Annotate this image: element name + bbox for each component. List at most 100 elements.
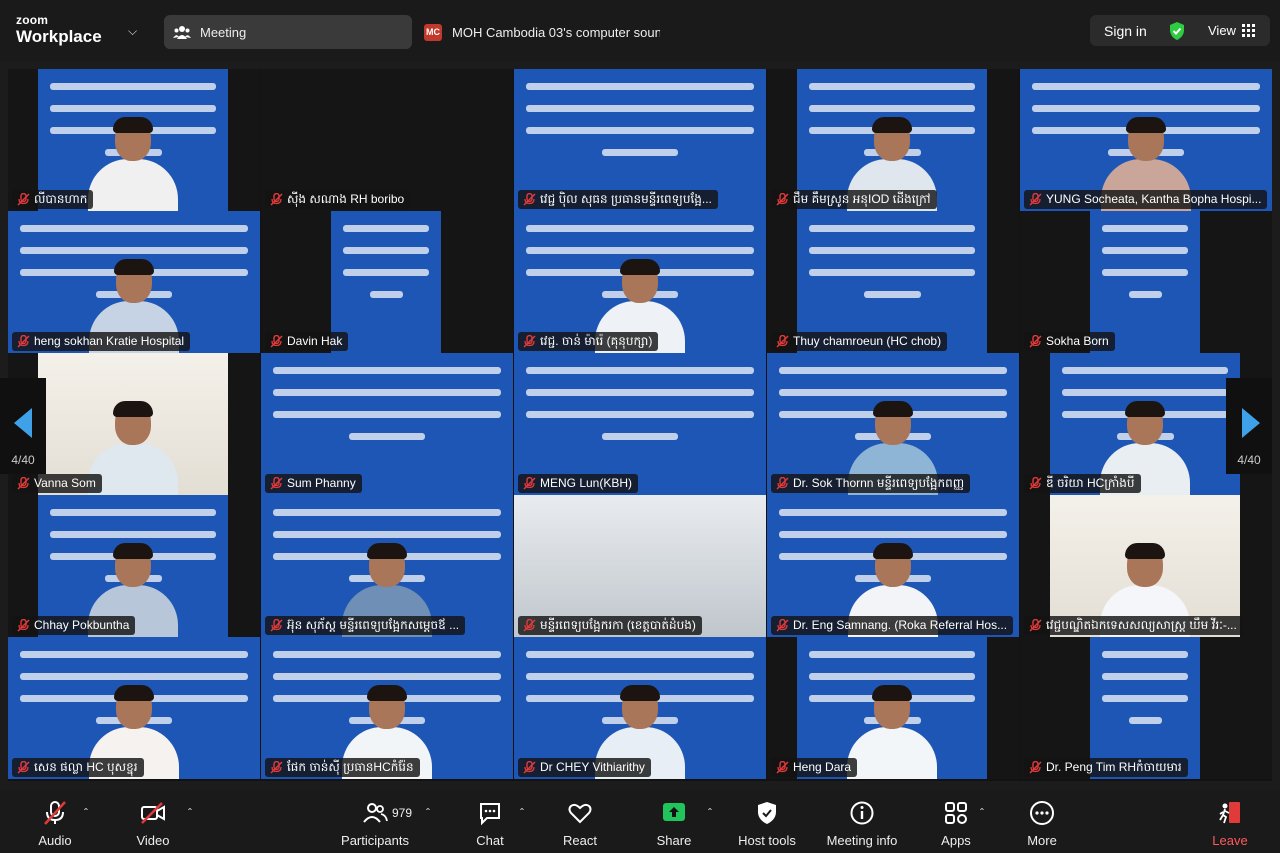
- person-hair: [1126, 117, 1166, 133]
- participant-tile[interactable]: ផែក ចាន់សុី ប្រធានHCកំរ៉ែន: [261, 637, 513, 779]
- chat-options-caret-icon[interactable]: ˆ: [520, 806, 524, 820]
- participant-name: ផែក ចាន់សុី ប្រធានHCកំរ៉ែន: [287, 760, 414, 774]
- top-bar: zoom Workplace ⌵ Meeting MC MOH Cambodia…: [0, 0, 1280, 62]
- chat-button[interactable]: Chat: [462, 790, 518, 853]
- meeting-tab[interactable]: Meeting: [164, 15, 412, 49]
- person-hair: [872, 685, 912, 701]
- encryption-shield-icon[interactable]: [1168, 21, 1186, 41]
- participant-tile[interactable]: សុីង សណាង RH boribo: [261, 69, 513, 211]
- participant-tile[interactable]: Davin Hak: [261, 211, 513, 353]
- view-button[interactable]: View: [1208, 23, 1236, 38]
- participant-tile[interactable]: YUNG Socheata, Kantha Bopha Hospi...: [1020, 69, 1272, 211]
- participant-tile[interactable]: MENG Lun(KBH): [514, 353, 766, 495]
- muted-mic-icon: [523, 193, 536, 206]
- slide-text-line: [602, 149, 678, 156]
- audio-options-caret-icon[interactable]: ˆ: [84, 806, 88, 820]
- participant-tile[interactable]: ជឹម គឹមស្រូន អនុIOD ដើងក្រៅ: [767, 69, 1019, 211]
- video-options-caret-icon[interactable]: ˆ: [188, 806, 192, 820]
- slide-text-line: [863, 291, 921, 298]
- video-camera-off-icon: [141, 802, 165, 824]
- participant-tile[interactable]: វេជ្ជ ប៉ិល សុធន ប្រធានមន្ទីរពេទ្យបង្អែ..…: [514, 69, 766, 211]
- participant-name: Dr. Sok Thornn មន្ទីរពេទ្យបង្អែកពញ្ញ: [793, 476, 965, 490]
- slide-text-line: [273, 509, 501, 516]
- participant-name: សេន ផល្លា HC បុសខ្នុរ: [34, 760, 138, 774]
- slide-text-line: [20, 673, 248, 680]
- slide-text-line: [50, 531, 216, 538]
- leave-button[interactable]: Leave: [1202, 790, 1258, 853]
- participant-tile[interactable]: Chhay Pokbuntha: [8, 495, 260, 637]
- participant-name: Thuy chamroeun (HC chob): [793, 334, 942, 348]
- participant-tile[interactable]: Dr CHEY Vithiarithy: [514, 637, 766, 779]
- share-screen-button[interactable]: Share: [646, 790, 702, 853]
- audio-label: Audio: [38, 833, 72, 848]
- apps-button[interactable]: Apps: [928, 790, 984, 853]
- react-button[interactable]: React: [552, 790, 608, 853]
- participant-name: MENG Lun(KBH): [540, 476, 633, 490]
- participant-name-tag: heng sokhan Kratie Hospital: [12, 332, 191, 351]
- participant-tile[interactable]: Dr. Eng Samnang. (Roka Referral Hos...: [767, 495, 1019, 637]
- participant-tile[interactable]: Sokha Born: [1020, 211, 1272, 353]
- participant-tile[interactable]: Sum Phanny: [261, 353, 513, 495]
- audio-button[interactable]: Audio: [22, 790, 88, 853]
- participant-tile[interactable]: heng sokhan Kratie Hospital: [8, 211, 260, 353]
- participant-name: Davin Hak: [287, 334, 343, 348]
- participant-tile[interactable]: លីបានហាក: [8, 69, 260, 211]
- participants-options-caret-icon[interactable]: ˆ: [426, 806, 430, 820]
- participant-name-tag: ផែក ចាន់សុី ប្រធានHCកំរ៉ែន: [265, 758, 420, 777]
- participant-tile[interactable]: Thuy chamroeun (HC chob): [767, 211, 1019, 353]
- slide-text-line: [1032, 105, 1260, 112]
- more-button[interactable]: More: [1014, 790, 1070, 853]
- meeting-info-button[interactable]: Meeting info: [822, 790, 902, 853]
- participant-name-tag: Dr. Peng Tim RHកំចាយមារ: [1024, 758, 1188, 777]
- slide-text-line: [1062, 367, 1228, 374]
- participant-tile[interactable]: វេជ្ជ. ចាន់ ម៉ារ៉េ (គុនុបក្សា): [514, 211, 766, 353]
- slide-text-line: [809, 225, 975, 232]
- participant-tile[interactable]: Dr. Sok Thornn មន្ទីរពេទ្យបង្អែកពញ្ញ: [767, 353, 1019, 495]
- shared-audio-label: MOH Cambodia 03's computer sound: [452, 25, 660, 40]
- previous-page-button[interactable]: 4/40: [0, 378, 46, 474]
- slide-text-line: [809, 105, 975, 112]
- slide-text-line: [1128, 717, 1162, 724]
- muted-mic-icon: [270, 477, 283, 490]
- participant-name: Chhay Pokbuntha: [34, 618, 130, 632]
- person-hair: [1125, 401, 1165, 417]
- slide-text-line: [273, 389, 501, 396]
- slide-text-line: [50, 105, 216, 112]
- next-page-button[interactable]: 4/40: [1226, 378, 1272, 474]
- video-button[interactable]: Video: [120, 790, 186, 853]
- participant-name-tag: វេជ្ជ. ចាន់ ម៉ារ៉េ (គុនុបក្សា): [518, 332, 659, 351]
- participant-tile[interactable]: អ៊ុន សុភ័ស្ត មន្ទីរពេទ្យបង្អែកសម្ដេចឪ ..…: [261, 495, 513, 637]
- participant-name: មន្ទីរពេទ្យបង្អែករកា (ខេត្តបាត់ដំបង): [540, 618, 696, 632]
- host-tools-button[interactable]: Host tools: [734, 790, 800, 853]
- participants-icon: [363, 803, 388, 823]
- microphone-muted-icon: [44, 801, 66, 825]
- person-hair: [620, 685, 660, 701]
- participant-name: ជឹម គឹមស្រូន អនុIOD ដើងក្រៅ: [793, 192, 931, 206]
- share-options-caret-icon[interactable]: ˆ: [708, 806, 712, 820]
- gallery-grid-icon[interactable]: [1242, 24, 1256, 38]
- chevron-down-icon[interactable]: ⌵: [128, 24, 137, 39]
- apps-options-caret-icon[interactable]: ˆ: [980, 806, 984, 820]
- video-label: Video: [136, 833, 170, 848]
- participant-tile[interactable]: Heng Dara: [767, 637, 1019, 779]
- info-icon: [850, 801, 874, 825]
- participant-name-tag: Dr CHEY Vithiarithy: [518, 758, 651, 777]
- participant-name: អ៊ុន សុភ័ស្ត មន្ទីរពេទ្យបង្អែកសម្ដេចឪ ..…: [287, 618, 460, 632]
- participant-tile[interactable]: វេជ្ជបណ្ឌិតឯកទេសសល្យសាស្ត្រ ឃឹម វីរៈ-...: [1020, 495, 1272, 637]
- participants-button[interactable]: Participants: [338, 790, 412, 853]
- participant-name-tag: Sokha Born: [1024, 332, 1115, 351]
- sign-in-button[interactable]: Sign in: [1104, 23, 1147, 39]
- participant-tile[interactable]: មន្ទីរពេទ្យបង្អែករកា (ខេត្តបាត់ដំបង): [514, 495, 766, 637]
- participant-tile[interactable]: សេន ផល្លា HC បុសខ្នុរ: [8, 637, 260, 779]
- more-label: More: [1027, 833, 1057, 848]
- participant-name-tag: ឌី ចរិយា HCក្រាំងបី: [1024, 474, 1141, 493]
- person-hair: [113, 543, 153, 559]
- chat-label: Chat: [476, 833, 504, 848]
- participant-name: Dr. Eng Samnang. (Roka Referral Hos...: [793, 618, 1008, 632]
- participant-tile[interactable]: Dr. Peng Tim RHកំចាយមារ: [1020, 637, 1272, 779]
- participant-name-tag: Heng Dara: [771, 758, 858, 777]
- muted-mic-icon: [776, 477, 789, 490]
- virtual-background-slide: [331, 211, 441, 353]
- person-hair: [114, 259, 154, 275]
- slide-text-line: [349, 433, 425, 440]
